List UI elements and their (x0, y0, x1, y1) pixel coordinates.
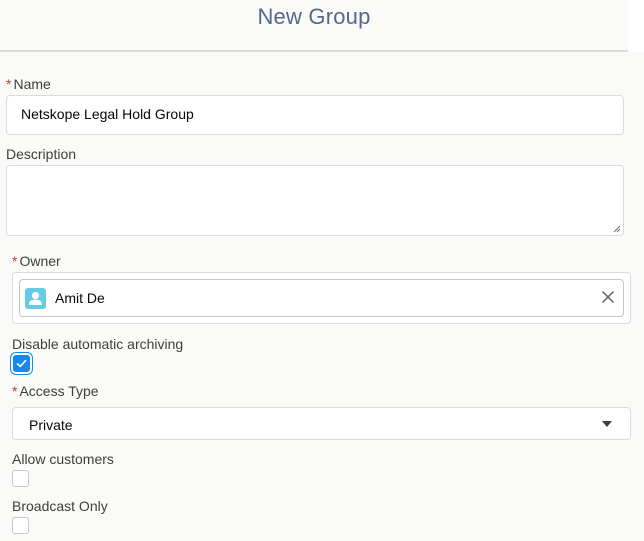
disable-archiving-checkbox[interactable] (13, 355, 30, 372)
modal-header: New Group (0, 0, 628, 52)
access-type-select[interactable]: Private (12, 407, 631, 440)
description-label: Description (6, 146, 77, 162)
name-label: * Name (6, 76, 51, 92)
owner-name: Amit De (55, 290, 105, 306)
owner-label-text: Owner (19, 253, 61, 269)
user-icon (25, 288, 46, 309)
broadcast-only-label: Broadcast Only (12, 498, 108, 514)
close-icon[interactable] (601, 290, 615, 304)
required-marker: * (12, 253, 18, 269)
broadcast-only-checkbox[interactable] (12, 517, 29, 534)
checkmark-icon (16, 359, 27, 368)
required-marker: * (6, 76, 12, 92)
description-textarea[interactable] (6, 165, 624, 236)
access-type-label: * Access Type (12, 383, 99, 399)
owner-label: * Owner (12, 253, 61, 269)
access-type-value: Private (29, 417, 73, 433)
name-input-value: Netskope Legal Hold Group (21, 106, 194, 122)
access-type-label-text: Access Type (19, 383, 99, 399)
name-label-text: Name (13, 76, 51, 92)
disable-archiving-label: Disable automatic archiving (12, 336, 184, 352)
allow-customers-label: Allow customers (12, 451, 114, 467)
chevron-down-icon (602, 421, 612, 427)
name-input[interactable]: Netskope Legal Hold Group (6, 95, 624, 135)
required-marker: * (12, 383, 18, 399)
owner-lookup-pill[interactable]: Amit De (19, 279, 624, 317)
allow-customers-checkbox[interactable] (12, 470, 29, 487)
owner-lookup-container: Amit De (12, 272, 631, 324)
page-title: New Group (257, 4, 371, 29)
resize-handle-icon[interactable] (613, 225, 621, 233)
new-group-form-page: New Group * Name Netskope Legal Hold Grou… (0, 0, 644, 541)
